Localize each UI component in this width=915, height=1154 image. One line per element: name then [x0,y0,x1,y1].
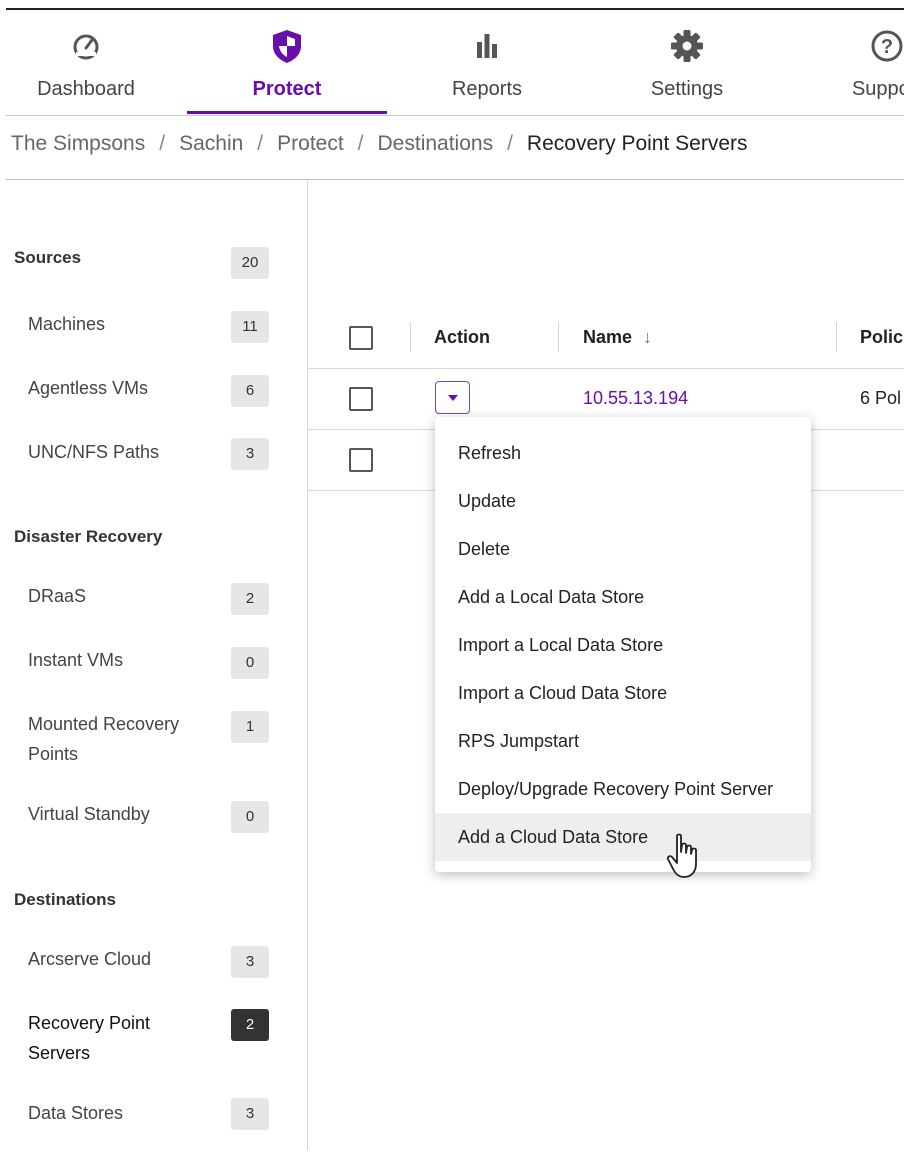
menu-item-import-cloud-data-store[interactable]: Import a Cloud Data Store [435,669,811,717]
nav-settings[interactable]: Settings [587,10,787,114]
nav-protect[interactable]: Protect [187,10,387,114]
nav-label: Settings [650,78,724,100]
caret-down-icon [448,395,458,401]
breadcrumb-item[interactable]: Protect [277,132,344,155]
sidebar-item-mounted-recovery-points[interactable]: Mounted Recovery Points [28,709,203,769]
sidebar-item-instant-vms[interactable]: Instant VMs [28,645,203,675]
nav-support[interactable]: ? Support [787,10,904,114]
breadcrumb-separator: / [357,132,364,155]
breadcrumb-separator: / [257,132,264,155]
sort-arrow-down-icon: ↓ [643,327,653,347]
row-checkbox[interactable] [349,448,373,472]
sidebar-item-agentless-vms[interactable]: Agentless VMs [28,373,203,403]
menu-item-add-local-data-store[interactable]: Add a Local Data Store [435,573,811,621]
svg-text:?: ? [881,36,893,58]
nav-dashboard[interactable]: Dashboard [6,10,186,114]
count-badge: 0 [231,647,269,679]
column-header-name-label: Name [583,327,633,347]
sidebar-item-virtual-standby[interactable]: Virtual Standby [28,799,203,829]
sidebar: Sources 20 Machines 11 Agentless VMs 6 U… [0,180,307,1154]
breadcrumb-separator: / [507,132,513,155]
row-checkbox[interactable] [349,387,373,411]
count-badge: 3 [231,1098,269,1130]
sidebar-item-draas[interactable]: DRaaS [28,581,203,611]
column-separator [836,322,837,352]
sidebar-item-data-stores[interactable]: Data Stores [28,1098,203,1128]
column-separator [410,322,411,352]
nav-label: Support [851,78,904,100]
column-header-action: Action [434,327,490,347]
count-badge-active: 2 [231,1009,269,1041]
count-badge: 6 [231,375,269,407]
breadcrumb-separator: / [159,132,166,155]
count-badge: 3 [231,946,269,978]
server-name-link[interactable]: 10.55.13.194 [583,388,688,409]
row-divider [308,368,904,369]
action-menu: Refresh Update Delete Add a Local Data S… [435,417,811,872]
menu-item-refresh[interactable]: Refresh [435,429,811,477]
select-all-checkbox[interactable] [349,326,373,350]
question-icon: ? [871,30,903,62]
sidebar-heading-disaster-recovery[interactable]: Disaster Recovery [14,527,162,547]
count-badge: 20 [231,247,269,279]
nav-label: Reports [451,78,523,100]
breadcrumb-item[interactable]: Sachin [179,132,243,155]
sidebar-item-machines[interactable]: Machines [28,309,203,339]
menu-item-delete[interactable]: Delete [435,525,811,573]
menu-item-update[interactable]: Update [435,477,811,525]
nav-label: Protect [252,78,322,100]
sidebar-heading-destinations[interactable]: Destinations [14,890,116,910]
speedometer-icon [73,34,99,60]
column-header-policies[interactable]: Polic [860,327,903,348]
count-badge: 1 [231,711,269,743]
menu-item-add-cloud-data-store[interactable]: Add a Cloud Data Store [435,813,811,861]
top-nav: Dashboard Protect Reports Settings ? Sup… [6,10,904,116]
breadcrumb: The Simpsons / Sachin / Protect / Destinations… [11,132,748,156]
column-separator [558,322,559,352]
count-badge: 0 [231,801,269,833]
menu-item-deploy-upgrade-rps[interactable]: Deploy/Upgrade Recovery Point Server [435,765,811,813]
hand-pointer-cursor-icon [666,833,697,878]
menu-item-import-local-data-store[interactable]: Import a Local Data Store [435,621,811,669]
action-dropdown-button[interactable] [435,381,470,414]
sidebar-item-arcserve-cloud[interactable]: Arcserve Cloud [28,944,203,974]
breadcrumb-current: Recovery Point Servers [526,132,748,155]
sidebar-heading-sources[interactable]: Sources [14,248,81,268]
count-badge: 11 [231,311,269,343]
column-header-name[interactable]: Name ↓ [583,327,652,348]
policies-cell: 6 Pol [860,388,902,408]
sidebar-item-unc-nfs-paths[interactable]: UNC/NFS Paths [28,437,203,467]
count-badge: 3 [231,438,269,470]
nav-label: Dashboard [37,78,135,100]
breadcrumb-item[interactable]: The Simpsons [11,132,145,155]
breadcrumb-item[interactable]: Destinations [378,132,494,155]
menu-item-rps-jumpstart[interactable]: RPS Jumpstart [435,717,811,765]
nav-reports[interactable]: Reports [387,10,587,114]
shield-icon [273,30,301,63]
count-badge: 2 [231,583,269,615]
gear-icon [671,30,703,62]
active-tab-underline [187,111,387,114]
sidebar-item-recovery-point-servers[interactable]: Recovery Point Servers [28,1008,178,1068]
bar-chart-icon [477,34,497,58]
